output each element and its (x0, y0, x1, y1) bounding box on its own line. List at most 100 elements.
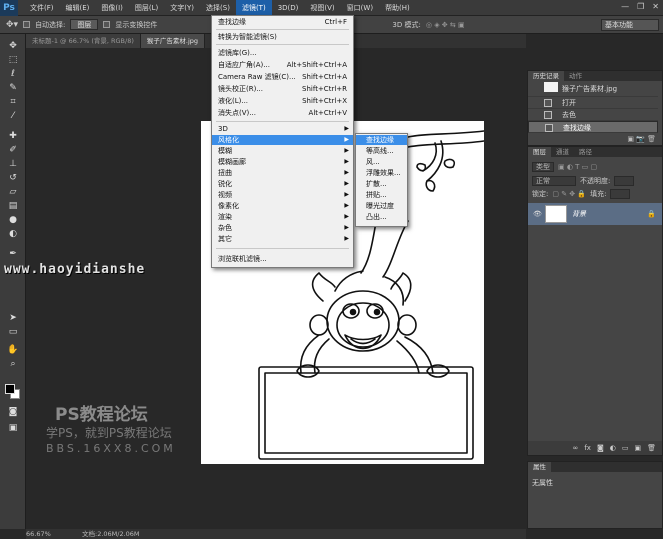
menu-item-render[interactable]: 渲染 ▶ (212, 212, 353, 222)
pen-icon[interactable]: ✒ (4, 248, 22, 261)
screen-mode-icon[interactable]: ▣ (4, 422, 22, 435)
brush-icon[interactable]: ✐ (4, 144, 22, 157)
menu-filter[interactable]: 滤镜(T) (235, 0, 272, 16)
menu-3d[interactable]: 3D(D) (272, 0, 305, 16)
tab-untitled[interactable]: 未标题-1 @ 66.7% (背景, RGB/8) (26, 34, 141, 48)
shape-icon[interactable]: ▭ (4, 326, 22, 339)
menu-item-blur-gallery[interactable]: 模糊画廊 ▶ (212, 157, 353, 167)
menu-edit[interactable]: 编辑(E) (60, 0, 96, 16)
menu-item-browse-online-filters[interactable]: 浏览联机滤镜... (212, 254, 353, 264)
menu-item-liquify[interactable]: 液化(L)... Shift+Ctrl+X (212, 96, 353, 106)
minimize-icon[interactable]: — (621, 2, 629, 11)
quick-mask-icon[interactable]: ◙ (4, 406, 22, 419)
menu-item-distort[interactable]: 扭曲 ▶ (212, 168, 353, 178)
opacity-field[interactable] (614, 175, 635, 186)
trash-icon[interactable]: 🗑 (647, 444, 656, 452)
blur-icon[interactable]: ● (4, 214, 22, 227)
eyedropper-icon[interactable]: ⁄ (4, 110, 22, 123)
submenu-item-emboss[interactable]: 浮雕效果... (356, 168, 407, 178)
tab-layers[interactable]: 图层 (528, 147, 551, 157)
restore-icon[interactable]: ❐ (637, 2, 644, 11)
link-icon[interactable]: ∞ (573, 444, 579, 452)
zoom-icon[interactable]: ⌕ (4, 358, 22, 371)
menu-file[interactable]: 文件(F) (24, 0, 60, 16)
menu-item-video[interactable]: 视频 ▶ (212, 190, 353, 200)
menu-item-blur[interactable]: 模糊 ▶ (212, 146, 353, 156)
menu-item-adaptive-wide-angle[interactable]: 自适应广角(A)... Alt+Shift+Ctrl+A (212, 60, 353, 70)
blend-mode-dropdown[interactable]: 正常 (532, 175, 576, 186)
crop-icon[interactable]: ⌗ (4, 96, 22, 109)
auto-select-dropdown[interactable]: 图层 (70, 19, 99, 30)
show-transform-label: 显示变换控件 (115, 20, 158, 29)
3d-mode-icons[interactable]: ◎ ◈ ✥ ⇆ ▣ (426, 21, 465, 29)
menu-item-sharpen[interactable]: 锐化 ▶ (212, 179, 353, 189)
menu-item-other[interactable]: 其它 ▶ (212, 234, 353, 244)
auto-select-checkbox[interactable] (23, 21, 31, 28)
eye-icon[interactable]: 👁 (533, 203, 542, 225)
mask-icon[interactable]: ◙ (597, 444, 604, 452)
foreground-color-swatch[interactable] (5, 384, 15, 394)
dodge-icon[interactable]: ◐ (4, 228, 22, 241)
layer-row-background[interactable]: 👁 背景 🔒 (528, 203, 662, 225)
history-footer-icons[interactable]: ▣ 📷 🗑 (627, 135, 656, 143)
show-transform-checkbox[interactable] (103, 21, 111, 28)
menu-item-filter-gallery[interactable]: 滤镜库(G)... (212, 48, 353, 58)
stamp-icon[interactable]: ⊥ (4, 158, 22, 171)
new-layer-icon[interactable]: ▣ (634, 444, 641, 452)
zoom-level[interactable]: 66.67% (26, 529, 51, 539)
tab-monkey-image[interactable]: 猴子广告素材.jpg (140, 34, 205, 48)
healing-icon[interactable]: ✚ (4, 130, 22, 143)
marquee-icon[interactable]: ⬚ (4, 54, 22, 67)
menu-item-stylize[interactable]: 风格化 ▶ (212, 135, 353, 145)
tab-actions[interactable]: 动作 (564, 71, 587, 81)
submenu-item-tiles[interactable]: 拼贴... (356, 190, 407, 200)
submenu-item-extrude[interactable]: 凸出... (356, 212, 407, 222)
submenu-item-find-edges[interactable]: 查找边缘 (356, 135, 407, 145)
history-snapshot[interactable]: 猴子广告素材.jpg (528, 81, 658, 97)
menu-image[interactable]: 图像(I) (95, 0, 129, 16)
lock-icons[interactable]: ▢ ✎ ✥ 🔒 (552, 190, 586, 198)
menu-select[interactable]: 选择(S) (200, 0, 236, 16)
menu-type[interactable]: 文字(Y) (164, 0, 200, 16)
submenu-item-diffuse[interactable]: 扩散... (356, 179, 407, 189)
folder-icon[interactable]: ▭ (622, 444, 629, 452)
path-select-icon[interactable]: ➤ (4, 312, 22, 325)
menu-item-pixelate[interactable]: 像素化 ▶ (212, 201, 353, 211)
menu-layer[interactable]: 图层(L) (129, 0, 164, 16)
tab-paths[interactable]: 路径 (574, 147, 597, 157)
tab-channels[interactable]: 通道 (551, 147, 574, 157)
menu-item-convert-smart-filter[interactable]: 转换为智能滤镜(S) (212, 32, 353, 42)
submenu-item-solarize[interactable]: 曝光过度 (356, 201, 407, 211)
hand-icon[interactable]: ✋ (4, 344, 22, 357)
fill-field[interactable] (610, 188, 631, 199)
move-tool-preset-icon[interactable]: ✥▾ (6, 20, 18, 30)
history-step-open[interactable]: 打开 (528, 97, 658, 109)
submenu-item-wind[interactable]: 风... (356, 157, 407, 167)
menu-item-3d[interactable]: 3D ▶ (212, 124, 353, 134)
fx-icon[interactable]: fx (584, 444, 591, 452)
history-step-desaturate[interactable]: 去色 (528, 109, 658, 121)
adjustment-icon[interactable]: ◐ (610, 444, 616, 452)
menu-item-camera-raw[interactable]: Camera Raw 滤镜(C)... Shift+Ctrl+A (212, 72, 353, 82)
menu-item-find-edges-last[interactable]: 查找边缘 Ctrl+F (212, 17, 353, 27)
history-brush-icon[interactable]: ↺ (4, 172, 22, 185)
close-icon[interactable]: ✕ (652, 2, 659, 11)
gradient-icon[interactable]: ▤ (4, 200, 22, 213)
menu-help[interactable]: 帮助(H) (379, 0, 416, 16)
menu-window[interactable]: 窗口(W) (341, 0, 379, 16)
tab-history[interactable]: 历史记录 (528, 71, 564, 81)
workspace-dropdown[interactable]: 基本功能 (601, 19, 659, 31)
history-step-find-edges[interactable]: 查找边缘 (528, 121, 658, 133)
submenu-item-trace-contour[interactable]: 等高线... (356, 146, 407, 156)
quick-select-icon[interactable]: ✎ (4, 82, 22, 95)
layer-kind-filter[interactable]: 类型 (532, 161, 554, 172)
menu-view[interactable]: 视图(V) (304, 0, 340, 16)
lasso-icon[interactable]: ℓ (4, 68, 22, 81)
eraser-icon[interactable]: ▱ (4, 186, 22, 199)
menu-item-vanishing-point[interactable]: 消失点(V)... Alt+Ctrl+V (212, 108, 353, 118)
menu-item-noise[interactable]: 杂色 ▶ (212, 223, 353, 233)
move-icon[interactable]: ✥ (4, 40, 22, 53)
menu-item-lens-correction[interactable]: 镜头校正(R)... Shift+Ctrl+R (212, 84, 353, 94)
layer-filter-icons[interactable]: ▣ ◐ T ▭ ▢ (558, 163, 597, 171)
tab-properties[interactable]: 属性 (528, 462, 551, 472)
